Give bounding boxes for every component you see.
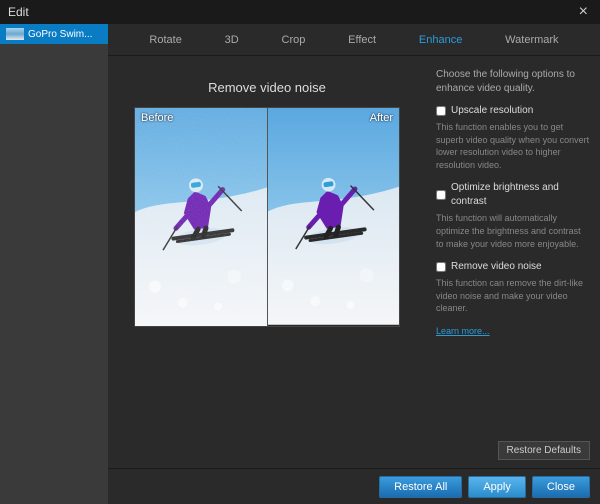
after-panel: After [267,108,399,326]
titlebar: Edit × [0,0,600,24]
checkbox-upscale-input[interactable] [436,106,446,116]
desc-upscale: This function enables you to get superb … [436,121,590,171]
checkbox-brightness-label: Optimize brightness and contrast [451,181,590,209]
preview-area: Remove video noise Before [108,56,426,468]
sidebar-item-clip[interactable]: GoPro Swim... [0,24,108,44]
checkbox-brightness-input[interactable] [436,190,446,200]
tab-3d[interactable]: 3D [221,26,243,54]
sidebar-item-label: GoPro Swim... [28,29,92,40]
checkbox-brightness[interactable]: Optimize brightness and contrast [436,181,590,209]
apply-button[interactable]: Apply [468,476,526,498]
window-title: Edit [8,5,29,19]
before-label: Before [141,112,173,124]
clip-thumbnail [6,28,24,40]
close-icon[interactable]: × [575,3,592,21]
before-after-compare: Before [134,107,400,327]
checkbox-upscale[interactable]: Upscale resolution [436,104,590,118]
preview-title: Remove video noise [208,80,326,95]
desc-remove-noise: This function can remove the dirt-like v… [436,277,590,315]
sidebar: GoPro Swim... [0,24,108,504]
tab-effect[interactable]: Effect [344,26,380,54]
tab-watermark[interactable]: Watermark [501,26,562,54]
options-intro: Choose the following options to enhance … [436,68,590,96]
learn-more-link[interactable]: Learn more... [436,326,490,336]
checkbox-upscale-label: Upscale resolution [451,104,533,118]
restore-defaults-button[interactable]: Restore Defaults [498,441,590,460]
tabs: Rotate 3D Crop Effect Enhance Watermark [108,24,600,56]
tab-enhance[interactable]: Enhance [415,26,466,54]
footer: Restore Defaults Restore All Apply Close [108,468,600,504]
checkbox-remove-noise[interactable]: Remove video noise [436,260,590,274]
tab-rotate[interactable]: Rotate [145,26,185,54]
checkbox-remove-noise-input[interactable] [436,262,446,272]
restore-all-button[interactable]: Restore All [379,476,462,498]
after-label: After [370,112,393,124]
before-panel: Before [135,108,267,326]
desc-brightness: This function will automatically optimiz… [436,212,590,250]
tab-crop[interactable]: Crop [278,26,310,54]
close-button[interactable]: Close [532,476,590,498]
options-panel: Choose the following options to enhance … [426,56,600,468]
checkbox-remove-noise-label: Remove video noise [451,260,542,274]
